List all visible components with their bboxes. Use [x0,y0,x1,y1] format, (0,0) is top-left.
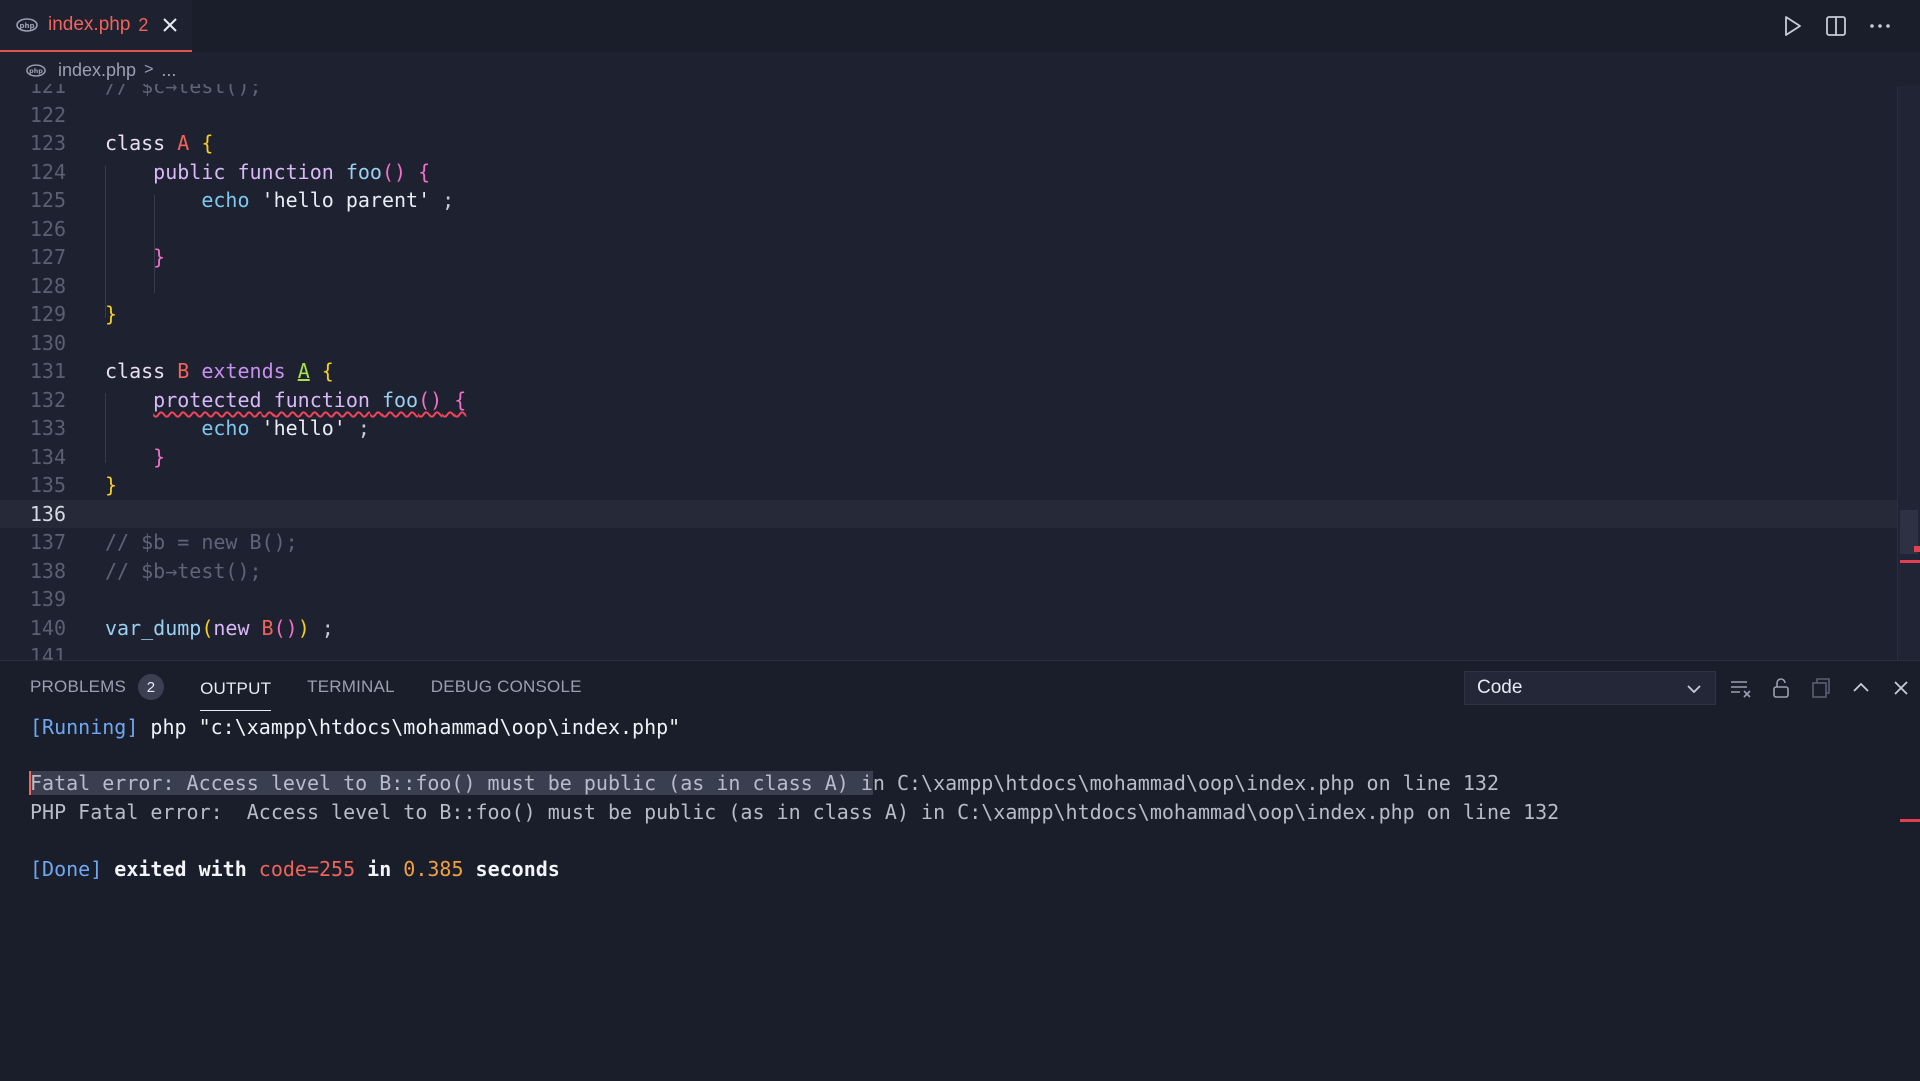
error-marker [1914,546,1920,552]
output-line-running: [Running] php "c:\xampp\htdocs\mohammad\… [30,715,681,739]
chevron-down-icon [1687,685,1701,694]
tab-problem-count: 2 [138,14,149,35]
tab-label: index.php [48,14,131,35]
breadcrumb-symbols[interactable]: ... [161,60,176,81]
more-actions-icon[interactable] [1868,14,1892,38]
code-editor[interactable]: 121// $c→test(); 122 123 class A { 124 pu… [0,84,1920,660]
code-line: 122 [29,102,66,127]
code-line: 126 [29,216,66,241]
tab-bar: php index.php 2 [0,0,1920,52]
code-line: 141 [29,644,66,660]
php-file-icon: php [16,18,38,32]
code-line: 131 class B extends A { [29,359,334,384]
text-cursor [29,771,31,795]
code-line: 135} [29,473,118,498]
code-line: 132 protected function foo() { [29,387,467,412]
code-line: 128 [29,273,66,298]
clear-output-icon[interactable] [1728,675,1754,701]
bottom-panel: PROBLEMS 2 OUTPUT TERMINAL DEBUG CONSOLE… [0,660,1920,1081]
code-line: 140 var_dump(new B()) ; [29,615,334,640]
code-line: 134 } [29,444,166,469]
error-marker [1900,560,1920,563]
php-file-icon: php [26,63,46,77]
tab-debug-console[interactable]: DEBUG CONSOLE [431,661,582,713]
close-icon[interactable] [160,15,180,35]
code-line: 121// $c→test(); [29,84,262,99]
svg-text:php: php [29,68,43,75]
split-editor-icon[interactable] [1824,14,1848,38]
output-scrollbar[interactable] [1898,713,1920,1081]
output-line-done: [Done] exited with code=255 in 0.385 sec… [30,857,560,881]
problems-badge: 2 [138,674,165,700]
panel-actions [1728,675,1914,701]
breadcrumb-separator: > [144,61,154,78]
error-marker [1900,819,1920,822]
run-icon[interactable] [1780,14,1804,38]
code-line: 125 echo 'hello parent' ; [29,188,455,213]
breadcrumb: php index.php > ... [0,52,1920,88]
lock-scroll-icon[interactable] [1768,675,1794,701]
close-panel-icon[interactable] [1888,675,1914,701]
open-output-editor-icon[interactable] [1808,675,1834,701]
svg-text:php: php [19,22,34,30]
tab-terminal[interactable]: TERMINAL [307,661,395,713]
tab-index-php[interactable]: php index.php 2 [0,0,192,52]
output-line-php-fatal: PHP Fatal error: Access level to B::foo(… [30,800,1560,824]
output-channel-select[interactable]: Code [1464,671,1716,705]
code-line: 127 } [29,245,166,270]
tab-output[interactable]: OUTPUT [200,663,272,711]
panel-tabs: PROBLEMS 2 OUTPUT TERMINAL DEBUG CONSOLE [30,661,618,713]
code-line: 139 [29,587,66,612]
output-content[interactable]: [Running] php "c:\xampp\htdocs\mohammad\… [29,713,1890,1081]
output-line-fatal: Fatal error: Access level to B::foo() mu… [29,771,1500,795]
code-line-current: 136 [0,499,1898,528]
code-line: 138// $b→test(); [29,558,262,583]
code-line: 137// $b = new B(); [29,530,298,555]
editor-actions [1780,14,1892,38]
maximize-panel-icon[interactable] [1848,675,1874,701]
editor-scrollbar[interactable] [1897,86,1920,660]
code-line: 123 class A { [29,131,214,156]
tab-problems[interactable]: PROBLEMS 2 [30,661,165,713]
code-line: 133 echo 'hello' ; [29,416,370,441]
code-line: 129} [29,302,118,327]
breadcrumb-file[interactable]: index.php [58,60,136,81]
code-line: 130 [29,330,66,355]
code-line: 124 public function foo() { [29,159,431,184]
